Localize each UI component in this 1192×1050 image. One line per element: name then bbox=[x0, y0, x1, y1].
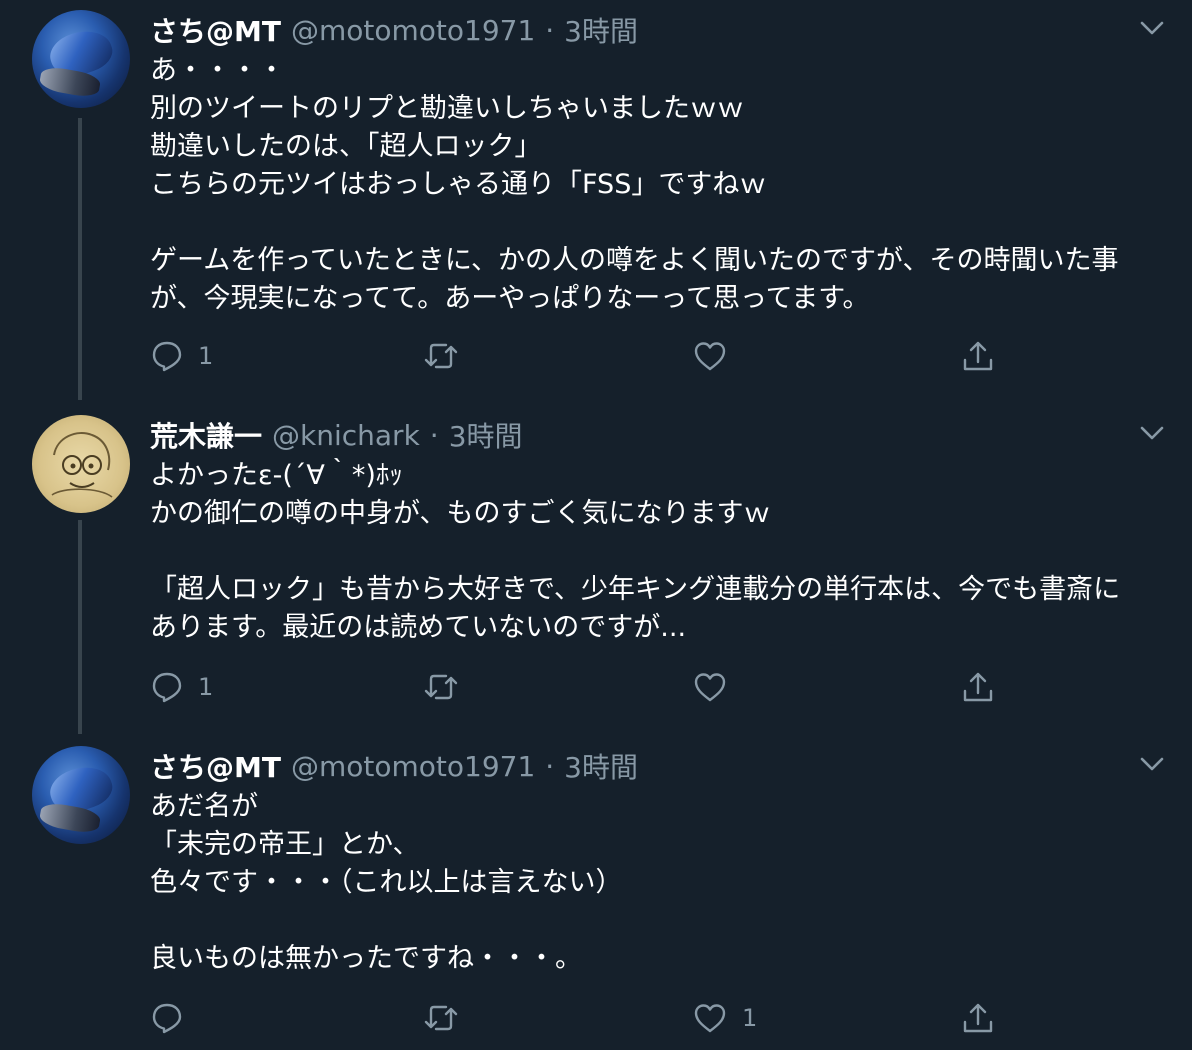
display-name[interactable]: さち@MT bbox=[150, 746, 281, 786]
retweet-button[interactable] bbox=[422, 998, 474, 1038]
like-count: 1 bbox=[742, 1004, 758, 1032]
illustration-avatar-drawing bbox=[51, 432, 113, 498]
tweet-header: さち@MT @motomoto1971 · 3時間 bbox=[150, 10, 638, 50]
separator-dot: · bbox=[429, 418, 439, 452]
tweet-text-line: 勘違いしたのは、「超人ロック」 bbox=[150, 131, 542, 162]
tweet-header: 荒木謙一 @knichark · 3時間 bbox=[150, 415, 523, 455]
separator-dot: · bbox=[545, 13, 555, 47]
separator-dot: · bbox=[545, 749, 555, 783]
display-name[interactable]: 荒木謙一 bbox=[150, 415, 262, 455]
tweet-text-line bbox=[150, 533, 1170, 571]
tweet-text: あだ名が 「未完の帝王」とか、 色々です・・・（これ以上は言えない） 良いものは… bbox=[150, 788, 1170, 978]
chevron-down-icon[interactable] bbox=[1138, 423, 1166, 443]
share-icon bbox=[963, 341, 993, 371]
share-button[interactable] bbox=[960, 667, 996, 707]
reply-icon bbox=[152, 672, 182, 703]
reply-count: 1 bbox=[198, 673, 214, 701]
heart-icon bbox=[694, 673, 726, 702]
retweet-button[interactable] bbox=[422, 667, 474, 707]
tweet[interactable]: さち@MT @motomoto1971 · 3時間 あだ名が 「未完の帝王」とか… bbox=[0, 736, 1192, 1050]
tweet[interactable]: 荒木謙一 @knichark · 3時間 よかったε-(´∀｀*)ﾎｯ かの御仁… bbox=[0, 405, 1192, 735]
reply-button[interactable]: 1 bbox=[150, 336, 213, 376]
reply-button[interactable]: 1 bbox=[150, 667, 213, 707]
tweet-text: よかったε-(´∀｀*)ﾎｯ かの御仁の噂の中身が、ものすごく気になりますｗ 「… bbox=[150, 457, 1170, 647]
tweet-text-line: かの御仁の噂の中身が、ものすごく気になりますｗ bbox=[150, 498, 771, 529]
reply-button[interactable] bbox=[150, 998, 198, 1038]
tweet-actions: 1 bbox=[150, 336, 1010, 376]
share-button[interactable] bbox=[960, 998, 996, 1038]
tweet-text-line: 「超人ロック」も昔から大好きで、少年キング連載分の単行本は、今でも書斎に bbox=[150, 574, 1121, 605]
tweet-text-line: こちらの元ツイはおっしゃる通り「FSS」ですねｗ bbox=[150, 169, 767, 200]
tweet-text-line: あ・・・・ bbox=[150, 55, 285, 86]
display-name[interactable]: さち@MT bbox=[150, 10, 281, 50]
share-icon bbox=[963, 1003, 993, 1033]
retweet-icon bbox=[424, 674, 458, 700]
tweet-text-line: が、今現実になってて。あーやっぱりなーって思ってます。 bbox=[150, 283, 870, 314]
tweet-text-line: あだ名が bbox=[150, 791, 258, 822]
tweet-text-line: あります。最近のは読めていないのですが... bbox=[150, 612, 687, 643]
tweet-text-line: 色々です・・・（これ以上は言えない） bbox=[150, 867, 623, 898]
user-handle[interactable]: @knichark bbox=[272, 419, 420, 452]
share-icon bbox=[963, 672, 993, 702]
conversation-thread: さち@MT @motomoto1971 · 3時間 あ・・・・ 別のツイートのリ… bbox=[0, 0, 1192, 1050]
retweet-button[interactable] bbox=[422, 336, 474, 376]
tweet[interactable]: さち@MT @motomoto1971 · 3時間 あ・・・・ 別のツイートのリ… bbox=[0, 0, 1192, 400]
chevron-down-icon[interactable] bbox=[1138, 754, 1166, 774]
user-handle[interactable]: @motomoto1971 bbox=[291, 750, 535, 783]
avatar[interactable] bbox=[32, 746, 130, 844]
tweet-text-line: 別のツイートのリプと勘違いしちゃいましたｗｗ bbox=[150, 93, 744, 124]
timestamp[interactable]: 3時間 bbox=[564, 746, 638, 786]
tweet-text-line bbox=[150, 204, 1170, 242]
like-button[interactable] bbox=[692, 667, 742, 707]
retweet-icon bbox=[424, 343, 458, 369]
reply-count: 1 bbox=[198, 342, 214, 370]
tweet-text-line bbox=[150, 902, 1170, 940]
tweet-text: あ・・・・ 別のツイートのリプと勘違いしちゃいましたｗｗ 勘違いしたのは、「超人… bbox=[150, 52, 1170, 318]
tweet-text-line: 良いものは無かったですね・・・。 bbox=[150, 943, 582, 974]
tweet-actions: 1 bbox=[150, 998, 1010, 1038]
like-button[interactable]: 1 bbox=[692, 998, 757, 1038]
timestamp[interactable]: 3時間 bbox=[449, 415, 523, 455]
reply-icon bbox=[152, 341, 182, 372]
tweet-text-line: 「未完の帝王」とか、 bbox=[150, 829, 420, 860]
chevron-down-icon[interactable] bbox=[1138, 18, 1166, 38]
avatar[interactable] bbox=[32, 415, 130, 513]
tweet-header: さち@MT @motomoto1971 · 3時間 bbox=[150, 746, 638, 786]
heart-icon bbox=[694, 1004, 726, 1033]
heart-icon bbox=[694, 342, 726, 371]
user-handle[interactable]: @motomoto1971 bbox=[291, 14, 535, 47]
timestamp[interactable]: 3時間 bbox=[564, 10, 638, 50]
tweet-text-line: よかったε-(´∀｀*)ﾎｯ bbox=[150, 460, 403, 491]
tweet-actions: 1 bbox=[150, 667, 1010, 707]
retweet-icon bbox=[424, 1005, 458, 1031]
tweet-text-line: ゲームを作っていたときに、かの人の噂をよく聞いたのですが、その時聞いた事 bbox=[150, 245, 1119, 276]
reply-icon bbox=[152, 1003, 182, 1034]
like-button[interactable] bbox=[692, 336, 742, 376]
share-button[interactable] bbox=[960, 336, 996, 376]
avatar[interactable] bbox=[32, 10, 130, 108]
